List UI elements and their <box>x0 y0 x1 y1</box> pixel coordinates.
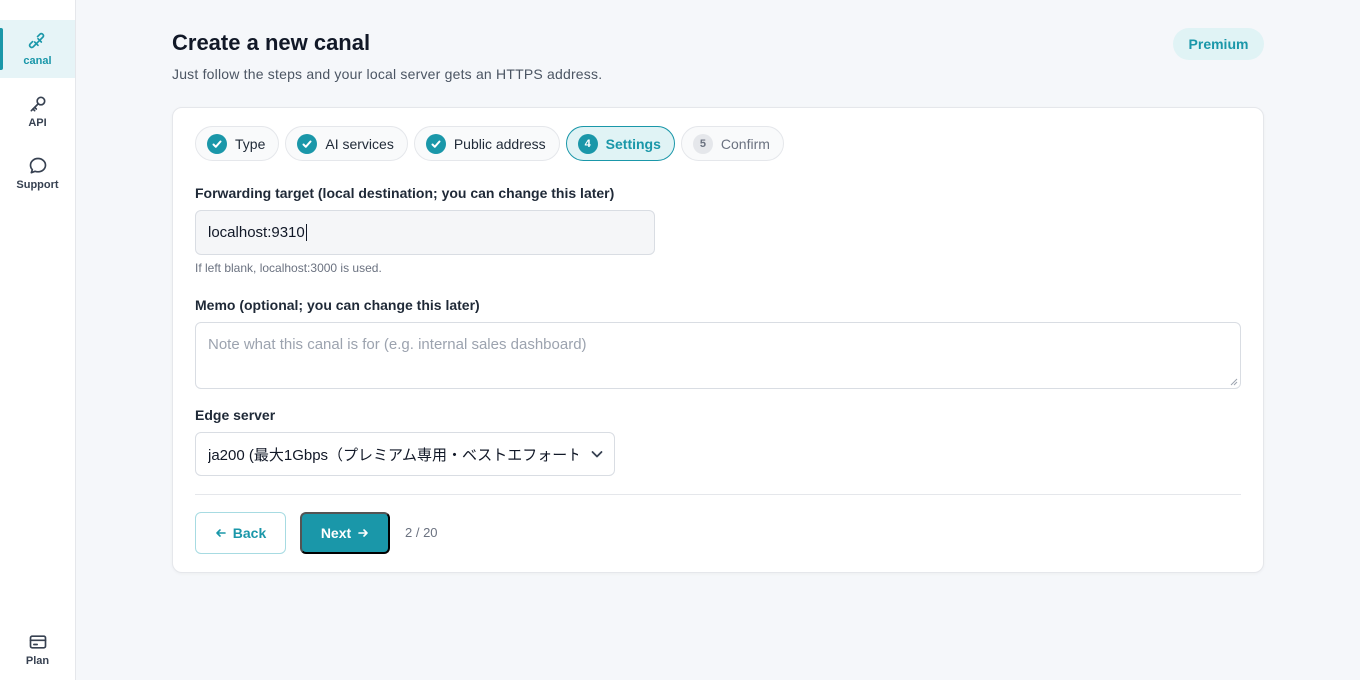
sidebar-item-api[interactable]: API <box>0 82 75 140</box>
memo-textarea[interactable]: Note what this canal is for (e.g. intern… <box>195 322 1241 389</box>
step-ai-services[interactable]: AI services <box>285 126 408 161</box>
step-label: AI services <box>325 135 394 152</box>
sidebar-item-label: API <box>28 116 47 129</box>
back-button[interactable]: Back <box>195 512 286 554</box>
sidebar-item-label: canal <box>23 54 52 67</box>
page-title: Create a new canal <box>172 30 371 55</box>
page-subtitle: Just follow the steps and your local ser… <box>172 66 603 82</box>
edge-server-value: ja200 (最大1Gbps（プレミアム専用・ベストエフォート <box>208 446 578 464</box>
back-button-label: Back <box>232 525 267 541</box>
resize-grip-icon[interactable] <box>1230 378 1238 386</box>
memo-placeholder: Note what this canal is for (e.g. intern… <box>208 336 587 353</box>
step-counter: 2 / 20 <box>405 525 438 540</box>
step-public-address[interactable]: Public address <box>413 126 560 161</box>
wizard-card: Type AI services Public address 4 Settin… <box>172 107 1264 573</box>
sidebar-item-canal[interactable]: canal <box>0 20 75 78</box>
check-icon <box>425 133 446 154</box>
chevron-down-icon <box>591 451 603 458</box>
divider <box>195 494 1241 495</box>
sidebar-item-plan[interactable]: Plan <box>0 620 75 678</box>
step-label: Settings <box>605 135 661 152</box>
chat-bubble-icon <box>29 157 46 173</box>
sidebar-item-label: Plan <box>25 654 50 667</box>
check-icon <box>207 133 227 154</box>
step-label: Confirm <box>720 135 770 152</box>
arrow-right-icon <box>358 529 368 537</box>
next-button[interactable]: Next <box>300 512 390 554</box>
sidebar-item-support[interactable]: Support <box>0 144 75 202</box>
step-number: 5 <box>692 133 713 154</box>
link-plug-icon <box>28 32 44 48</box>
edge-server-label: Edge server <box>195 407 276 423</box>
forwarding-target-input[interactable]: localhost:9310 <box>195 210 655 255</box>
key-icon <box>30 96 46 111</box>
step-label: Public address <box>453 135 546 152</box>
step-number: 4 <box>577 133 598 154</box>
step-confirm[interactable]: 5 Confirm <box>680 126 784 161</box>
text-caret <box>305 224 307 241</box>
next-button-label: Next <box>320 525 352 541</box>
check-icon <box>297 133 318 154</box>
sidebar-item-label: Support <box>16 178 59 191</box>
sidebar: canal API Support Plan <box>0 0 76 680</box>
step-settings[interactable]: 4 Settings <box>565 126 675 161</box>
premium-badge: Premium <box>1173 28 1264 60</box>
arrow-left-icon <box>215 529 226 537</box>
memo-label: Memo (optional; you can change this late… <box>195 297 480 313</box>
forwarding-target-value: localhost:9310 <box>208 224 305 241</box>
edge-server-select[interactable]: ja200 (最大1Gbps（プレミアム専用・ベストエフォート <box>195 432 615 476</box>
stepper: Type AI services Public address 4 Settin… <box>195 126 784 162</box>
credit-card-icon <box>29 634 46 649</box>
step-label: Type <box>235 135 266 152</box>
forwarding-target-hint: If left blank, localhost:3000 is used. <box>195 261 382 275</box>
forwarding-target-label: Forwarding target (local destination; yo… <box>195 185 615 201</box>
step-type[interactable]: Type <box>195 126 280 161</box>
